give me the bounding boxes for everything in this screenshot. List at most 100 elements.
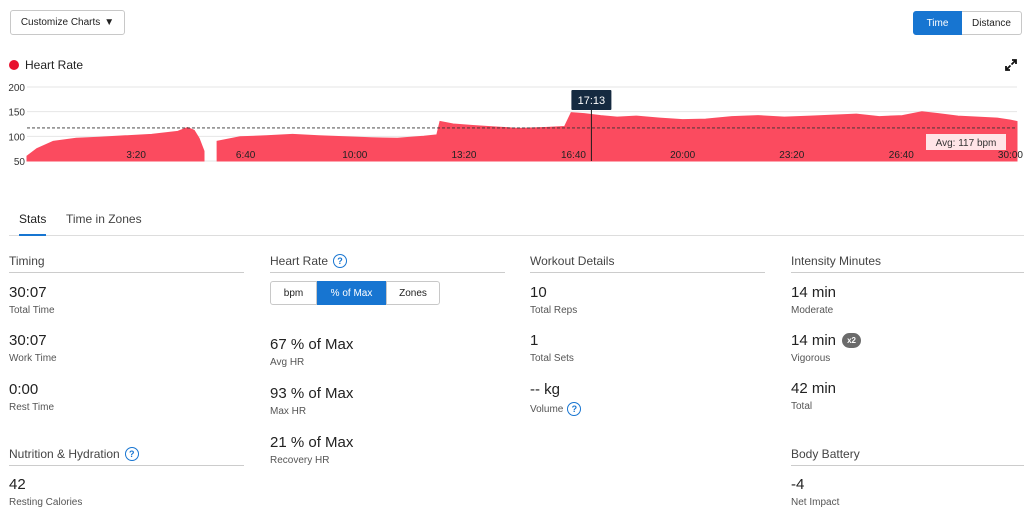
work-time-stat: 30:07 Work Time (9, 332, 57, 364)
max-hr-stat: 93 % of Max Max HR (270, 385, 353, 417)
hr-unit-toggle: bpm % of Max Zones (270, 281, 440, 305)
tab-time-in-zones[interactable]: Time in Zones (66, 212, 142, 234)
x-tick-label: 20:00 (670, 150, 695, 161)
body-battery-section: Body Battery -4 Net Impact (791, 447, 1024, 508)
avg-hr-stat: 67 % of Max Avg HR (270, 336, 353, 368)
volume-stat: -- kg Volume ? (530, 381, 582, 416)
max-hr-value: 93 % of Max (270, 385, 354, 402)
net-impact-value: -4 (791, 476, 805, 493)
total-sets-stat: 1 Total Sets (530, 332, 574, 364)
body-battery-heading: Body Battery (791, 447, 1024, 466)
nutrition-section: Nutrition & Hydration ? 42 Resting Calor… (9, 447, 244, 508)
total-intensity-stat: 42 min Total (791, 380, 836, 412)
total-time-value: 30:07 (9, 284, 47, 301)
cursor-tooltip-label: 17:13 (578, 95, 606, 107)
total-time-label: Total Time (9, 305, 55, 316)
body-battery-title: Body Battery (791, 447, 860, 461)
nutrition-heading: Nutrition & Hydration ? (9, 447, 244, 466)
bpm-toggle-button[interactable]: bpm (270, 281, 317, 305)
total-reps-label: Total Reps (530, 305, 578, 316)
tab-stats[interactable]: Stats (19, 212, 47, 236)
customize-charts-label: Customize Charts (20, 17, 101, 28)
total-sets-label: Total Sets (530, 353, 574, 364)
help-icon[interactable]: ? (333, 254, 348, 268)
heart-rate-legend-dot (9, 60, 19, 70)
timing-title: Timing (9, 254, 45, 268)
heart-rate-chart[interactable]: 200 150 100 50 Avg: 117 bpm 3:20 6:40 10:00 13:2… (0, 78, 1024, 168)
customize-charts-button[interactable]: Customize Charts ▼ (10, 10, 125, 35)
rest-time-stat: 0:00 Rest Time (9, 381, 54, 413)
x-tick-label: 3:20 (126, 150, 146, 161)
y-tick-label: 200 (8, 83, 25, 94)
moderate-value: 14 min (791, 284, 837, 301)
intensity-minutes-section: Intensity Minutes 14 min Moderate 14 min… (791, 254, 1024, 412)
x-tick-label: 16:40 (561, 150, 586, 161)
x-tick-label: 10:00 (342, 150, 367, 161)
distance-toggle-button[interactable]: Distance (962, 11, 1022, 35)
total-sets-value: 1 (530, 332, 539, 349)
total-intensity-value: 42 min (791, 380, 837, 397)
max-hr-label: Max HR (270, 406, 307, 417)
total-reps-value: 10 (530, 284, 547, 301)
work-time-label: Work Time (9, 353, 57, 364)
volume-label: Volume (530, 403, 564, 415)
heart-rate-title: Heart Rate (270, 254, 329, 268)
caret-down-icon: ▼ (104, 17, 115, 28)
total-reps-stat: 10 Total Reps (530, 284, 577, 316)
timing-heading: Timing (9, 254, 244, 273)
heart-rate-area (26, 126, 205, 162)
work-time-value: 30:07 (9, 332, 47, 349)
expand-icon[interactable] (1004, 58, 1018, 72)
y-tick-label: 150 (8, 108, 25, 119)
timing-section: Timing 30:07 Total Time 30:07 Work Time … (9, 254, 244, 413)
x-tick-label: 6:40 (236, 150, 256, 161)
intensity-minutes-heading: Intensity Minutes (791, 254, 1024, 273)
heart-rate-legend-label: Heart Rate (25, 58, 84, 72)
heart-rate-heading: Heart Rate ? (270, 254, 505, 273)
x-tick-label: 13:20 (451, 150, 476, 161)
y-tick-label: 100 (8, 132, 25, 143)
intensity-minutes-title: Intensity Minutes (791, 254, 882, 268)
vigorous-stat: 14 min x2 Vigorous (791, 332, 862, 364)
help-icon[interactable]: ? (124, 447, 139, 461)
x-tick-label: 23:20 (779, 150, 804, 161)
resting-calories-stat: 42 Resting Calories (9, 476, 82, 508)
vigorous-value-row: 14 min x2 (791, 332, 862, 349)
recovery-hr-value: 21 % of Max (270, 434, 354, 451)
net-impact-label: Net Impact (791, 497, 840, 508)
volume-label-row: Volume ? (530, 402, 582, 416)
resting-calories-value: 42 (9, 476, 26, 493)
workout-details-heading: Workout Details (530, 254, 765, 273)
total-time-stat: 30:07 Total Time (9, 284, 55, 316)
avg-hr-value: 67 % of Max (270, 336, 354, 353)
heart-rate-section: Heart Rate ? bpm % of Max Zones 67 % of … (270, 254, 505, 466)
workout-details-section: Workout Details 10 Total Reps 1 Total Se… (530, 254, 765, 416)
avg-label: Avg: 117 bpm (936, 138, 997, 149)
rest-time-value: 0:00 (9, 381, 39, 398)
rest-time-label: Rest Time (9, 402, 55, 413)
x-tick-label: 30:00 (998, 150, 1023, 161)
zones-toggle-button[interactable]: Zones (386, 281, 440, 305)
x-tick-label: 26:40 (889, 150, 914, 161)
stats-tabs: Stats Time in Zones (9, 206, 1024, 236)
moderate-stat: 14 min Moderate (791, 284, 836, 316)
percent-max-toggle-button[interactable]: % of Max (317, 281, 386, 305)
recovery-hr-label: Recovery HR (270, 455, 330, 466)
time-distance-toggle: Time Distance (913, 11, 1022, 35)
avg-hr-label: Avg HR (270, 357, 305, 368)
vigorous-value: 14 min (791, 332, 837, 349)
nutrition-title: Nutrition & Hydration (9, 447, 120, 461)
y-tick-label: 50 (14, 157, 26, 168)
multiplier-badge: x2 (842, 333, 862, 348)
volume-value: -- kg (530, 381, 560, 398)
workout-details-title: Workout Details (530, 254, 615, 268)
moderate-label: Moderate (791, 305, 834, 316)
total-intensity-label: Total (791, 401, 813, 412)
help-icon[interactable]: ? (567, 402, 582, 416)
chart-legend: Heart Rate (9, 58, 83, 72)
resting-calories-label: Resting Calories (9, 497, 83, 508)
vigorous-label: Vigorous (791, 353, 831, 364)
recovery-hr-stat: 21 % of Max Recovery HR (270, 434, 353, 466)
net-impact-stat: -4 Net Impact (791, 476, 839, 508)
time-toggle-button[interactable]: Time (913, 11, 962, 35)
